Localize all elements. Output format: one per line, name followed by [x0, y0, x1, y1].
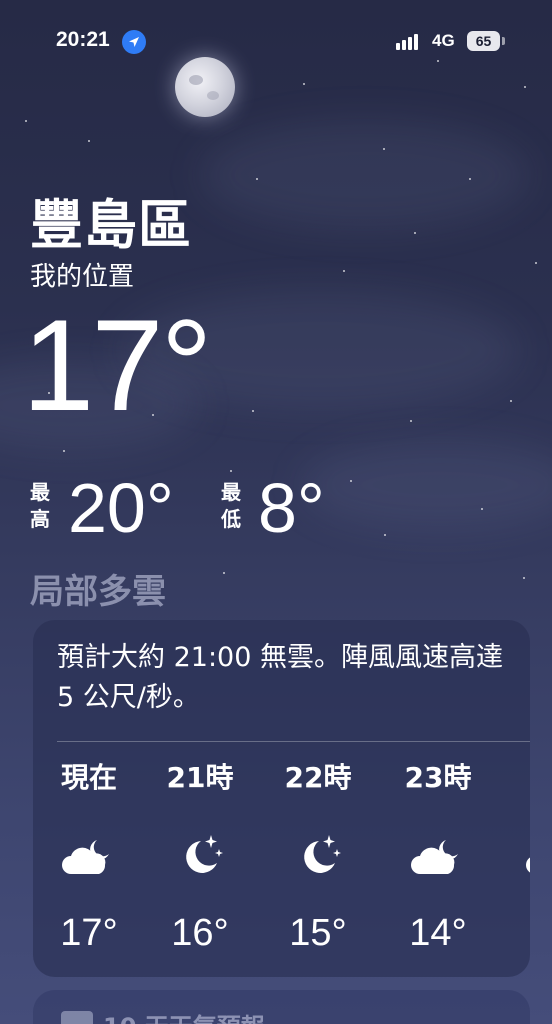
hour-temperature: 14° [409, 912, 467, 954]
status-time: 20:21 [56, 28, 110, 51]
high-temperature: 20° [68, 469, 174, 547]
hour-item[interactable]: 23時 14° [383, 758, 493, 958]
hour-label: 0 [498, 758, 530, 798]
location-subtitle: 我的位置 [30, 262, 135, 292]
hour-label: 現在 [60, 761, 117, 794]
clear-night-icon [263, 826, 373, 886]
battery-cap [502, 37, 505, 45]
partly-cloudy-night-icon [34, 826, 144, 886]
forecast-summary: 預計大約 21:00 無雲。陣風風速高達 5 公尺/秒。 [57, 642, 503, 713]
hour-label: 22時 [284, 761, 352, 794]
low-temperature: 8° [258, 469, 325, 547]
ten-day-forecast-card[interactable]: 10 天天氣預報 [33, 990, 530, 1024]
network-type: 4G [432, 31, 455, 50]
card-divider [57, 741, 530, 742]
moon-illustration [175, 57, 235, 117]
hour-item[interactable]: 22時 15° [263, 758, 373, 958]
hour-item[interactable]: 0 1 [498, 758, 530, 958]
hour-item[interactable]: 21時 16° [145, 758, 255, 958]
partly-cloudy-night-icon [498, 826, 530, 886]
high-label: 最高 [30, 480, 50, 531]
hour-temperature: 15° [289, 912, 347, 954]
hour-label: 23時 [404, 761, 472, 794]
weather-condition: 局部多雲 [30, 572, 166, 612]
ten-day-forecast-title: 10 天天氣預報 [103, 1007, 265, 1024]
location-arrow-icon [122, 30, 146, 54]
hour-temperature: 17° [60, 912, 118, 954]
hourly-forecast-card[interactable]: 預計大約 21:00 無雲。陣風風速高達 5 公尺/秒。 現在 17° 21時 … [33, 620, 530, 977]
current-temperature: 17° [22, 292, 213, 438]
hour-temperature: 16° [171, 912, 229, 954]
hour-item[interactable]: 現在 17° [34, 758, 144, 958]
hour-temperature: 1 [498, 908, 530, 958]
partly-cloudy-night-icon [383, 826, 493, 886]
hour-label: 21時 [166, 761, 234, 794]
city-name: 豐島區 [30, 195, 192, 256]
clear-night-icon [145, 826, 255, 886]
low-label: 最低 [221, 480, 241, 531]
calendar-icon [61, 1011, 93, 1024]
battery-indicator: 65 [467, 31, 500, 51]
